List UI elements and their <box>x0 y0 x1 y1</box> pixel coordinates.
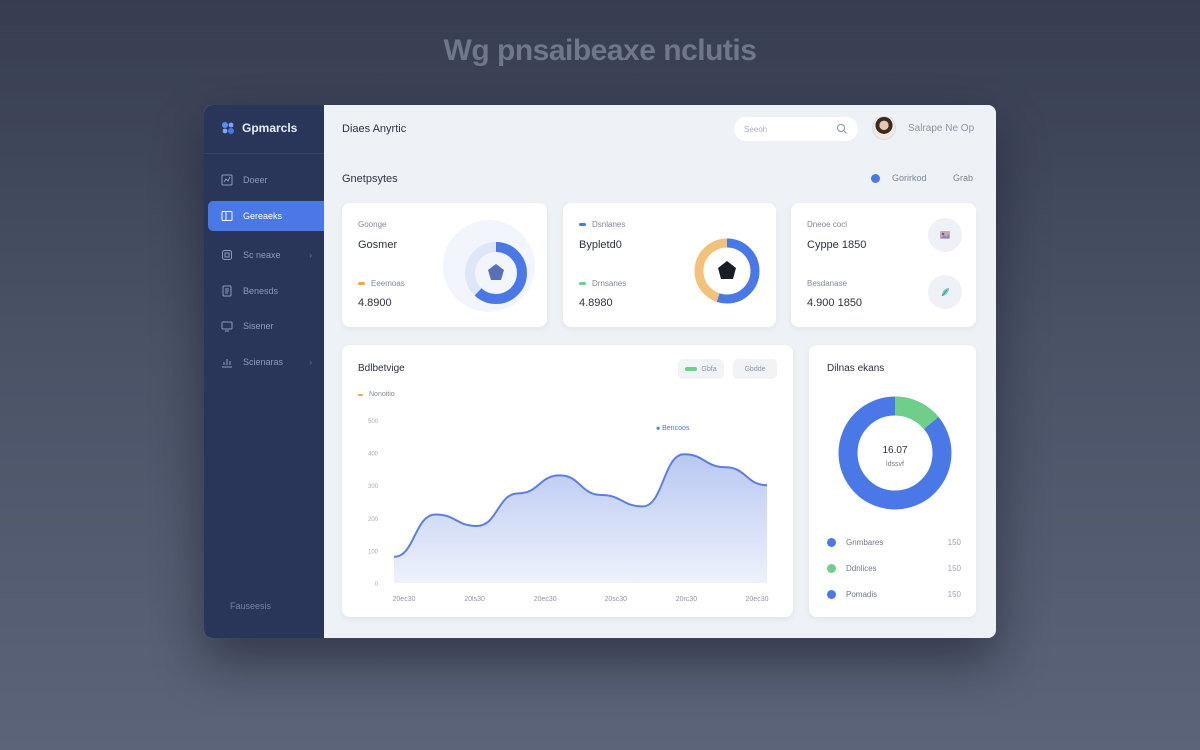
sidebar: Gpmarcls Doeer Gereaeks Sc neaxe › Benes… <box>204 105 324 638</box>
kpi-card-1[interactable]: Goonge Gosmer Eeemoas 4.8900 <box>342 203 547 327</box>
kpi-bottom-label: Drnsanes <box>579 279 626 288</box>
sidebar-item-label: Sc neaxe <box>243 250 281 260</box>
kpi-donut-chart <box>694 238 760 304</box>
sidebar-item-1[interactable]: Doeer <box>208 165 324 195</box>
kpi-marker <box>579 282 586 285</box>
y-tick-label: 0 <box>375 582 379 588</box>
chevron-right-icon: › <box>309 250 312 260</box>
pentagon-icon <box>718 261 736 279</box>
donut-center-value: 16.07 <box>882 445 907 456</box>
x-tick-label: 20ec30 <box>393 596 416 603</box>
kpi-bottom-value: 4.8980 <box>579 297 613 309</box>
kpi-marker <box>579 223 586 226</box>
trend-chart-card: Bdlbetvige Gbfa Gbdde Nonoitio 0 100 200 30… <box>342 345 793 617</box>
sidebar-item-6[interactable]: Scienaras › <box>208 347 324 377</box>
legend-dot <box>827 538 836 547</box>
search-icon <box>837 124 847 134</box>
kpi-bottom-value: 4.900 1850 <box>807 297 863 309</box>
donut-chart: 16.07 ldssvf <box>838 396 952 510</box>
sidebar-item-5[interactable]: Sisener <box>208 311 324 341</box>
image-icon[interactable] <box>928 218 962 252</box>
legend-item-2[interactable]: Ddnlices 150 <box>827 564 961 573</box>
folder-icon <box>221 211 233 221</box>
sidebar-item-label: Benesds <box>243 286 279 296</box>
x-tick-label: 20ec30 <box>534 596 557 603</box>
sidebar-item-3[interactable]: Sc neaxe › <box>208 240 324 270</box>
topbar: Diaes Anyrtic Seeoh Salrape Ne Op <box>324 105 996 157</box>
logo-icon <box>222 122 234 134</box>
kpi-donut-chart <box>443 220 535 312</box>
box-icon <box>222 250 232 260</box>
area-fill <box>394 454 767 583</box>
sidebar-item-label: Doeer <box>243 175 268 185</box>
donut-chart-title: Dilnas ekans <box>827 363 885 374</box>
sidebar-footer[interactable]: Fauseesis <box>230 601 271 611</box>
kpi-card-3[interactable]: Dneoe cocl Cyppe 1850 Besdanase 4.900 18… <box>791 203 976 327</box>
section-title: Gnetpsytes <box>342 173 398 185</box>
filter-option-b[interactable]: Grab <box>953 173 973 183</box>
sidebar-item-label: Scienaras <box>243 357 284 367</box>
kpi-bottom-value: 4.8900 <box>358 297 392 309</box>
y-tick-label: 300 <box>368 484 379 490</box>
kpi-top-label: Dneoe cocl <box>807 220 848 229</box>
kpi-top-value: Bypletd0 <box>579 239 622 251</box>
brand-name: Gpmarcls <box>242 121 298 135</box>
search-input[interactable]: Seeoh <box>734 117 858 141</box>
area-chart: 0 100 200 300 400 500 20ec30 20ls30 20ec30 20sc30… <box>368 419 769 603</box>
chevron-right-icon: › <box>309 357 312 367</box>
y-tick-label: 200 <box>368 517 379 523</box>
legend-dot <box>827 590 836 599</box>
sidebar-item-4[interactable]: Benesds <box>208 276 324 306</box>
filter-option-a[interactable]: Gorirkod <box>892 173 927 183</box>
x-tick-label: 20sc30 <box>605 596 628 603</box>
document-icon <box>222 285 232 297</box>
sidebar-item-2[interactable]: Gereaeks <box>208 201 324 231</box>
chart-icon <box>221 174 233 186</box>
kpi-bottom-label: Besdanase <box>807 279 848 288</box>
sidebar-item-label: Gereaeks <box>243 211 283 221</box>
y-tick-label: 100 <box>368 549 379 555</box>
user-menu[interactable]: Salrape Ne Op <box>908 123 974 134</box>
kpi-top-value: Cyppe 1850 <box>807 239 867 251</box>
kpi-marker <box>358 282 365 285</box>
search-placeholder: Seeoh <box>744 124 768 134</box>
donut-center-sub: ldssvf <box>886 461 904 468</box>
donut-chart-card: Dilnas ekans 16.07 ldssvf Gnmbares 150 D… <box>809 345 976 617</box>
dashboard-window: Gpmarcls Doeer Gereaeks Sc neaxe › Benes… <box>204 105 996 638</box>
x-tick-label: 20ls30 <box>464 596 485 603</box>
page-title: Diaes Anyrtic <box>342 123 407 135</box>
kpi-top-label: Goonge <box>358 220 387 229</box>
sidebar-divider <box>204 153 324 154</box>
kpi-top-value: Gosmer <box>358 239 398 251</box>
monitor-icon <box>221 321 233 332</box>
y-tick-label: 400 <box>368 452 379 458</box>
kpi-top-label: Dsnlanes <box>579 220 625 229</box>
x-tick-label: 20ec30 <box>746 596 769 603</box>
legend-dot <box>827 564 836 573</box>
legend-item-1[interactable]: Gnmbares 150 <box>827 538 961 547</box>
y-tick-label: 500 <box>368 419 379 425</box>
leaf-icon[interactable] <box>928 275 962 309</box>
stats-icon <box>222 359 232 368</box>
brand[interactable]: Gpmarcls <box>220 120 297 136</box>
kpi-bottom-label: Eeemoas <box>358 279 405 288</box>
legend-item-3[interactable]: Pomadis 150 <box>827 590 961 599</box>
x-tick-label: 20rc30 <box>676 596 698 603</box>
sidebar-item-label: Sisener <box>243 321 274 331</box>
filter-indicator <box>871 174 880 183</box>
series-marker <box>656 426 660 430</box>
kpi-card-2[interactable]: Dsnlanes Bypletd0 Drnsanes 4.8980 <box>563 203 776 327</box>
page-headline: Wg pnsaibeaxe nclutis <box>443 34 757 67</box>
series-label: Bencoos <box>662 425 690 432</box>
avatar[interactable] <box>872 116 896 140</box>
